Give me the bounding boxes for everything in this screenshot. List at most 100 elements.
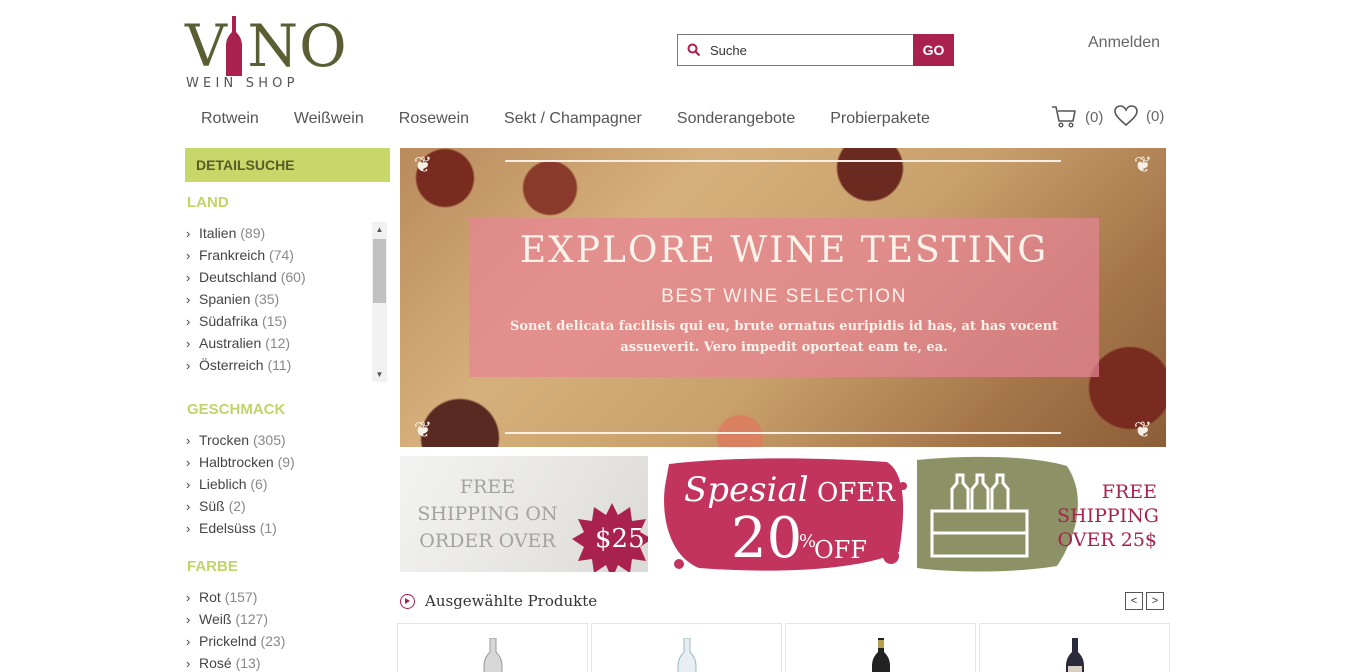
chevron-right-icon: ›	[186, 292, 191, 307]
heart-icon	[1114, 105, 1138, 127]
facet-title-farbe: FARBE	[187, 558, 238, 575]
search-bar: GO	[677, 34, 954, 66]
land-item-count: (35)	[254, 291, 280, 307]
geschmack-item-count: (6)	[250, 476, 268, 492]
featured-header: Ausgewählte Produkte	[400, 592, 597, 610]
carousel-next-button[interactable]: >	[1146, 592, 1164, 610]
search-go-button[interactable]: GO	[913, 34, 954, 66]
logo-subtitle: WEIN SHOP	[186, 76, 299, 91]
nav-item-sonderangebote[interactable]: Sonderangebote	[677, 110, 795, 128]
chevron-right-icon: ›	[186, 521, 191, 536]
ornament-icon: ❦	[1133, 152, 1153, 177]
land-item-count: (60)	[280, 269, 306, 285]
land-item-count: (12)	[265, 335, 291, 351]
farbe-list: › Rot (157) › Weiß (127) › Prickelnd (23) › Ros…	[186, 586, 285, 672]
promo-line-shipping: SHIPPING	[1057, 505, 1159, 527]
land-item-label: Österreich	[199, 357, 264, 373]
logo[interactable]: V NO WEIN SHOP	[185, 14, 347, 94]
search-icon	[687, 43, 701, 57]
wishlist-button[interactable]: (0)	[1114, 105, 1164, 127]
geschmack-item[interactable]: › Süß (2)	[186, 495, 295, 517]
geschmack-item[interactable]: › Trocken (305)	[186, 429, 295, 451]
geschmack-list: › Trocken (305) › Halbtrocken (9) › Lieblich …	[186, 429, 295, 539]
geschmack-item-label: Lieblich	[199, 476, 247, 492]
farbe-item[interactable]: › Prickelnd (23)	[186, 630, 285, 652]
cart-button[interactable]: (0)	[1051, 105, 1103, 129]
carousel-prev-button[interactable]: <	[1125, 592, 1143, 610]
promo-special-offer[interactable]: Spesial OFER 20 % OFF	[659, 456, 909, 572]
facet-title-land: LAND	[187, 194, 229, 211]
land-scrollbar[interactable]: ▲ ▼	[372, 222, 387, 382]
land-item[interactable]: › Italien (89)	[186, 222, 306, 244]
promo-price: $25	[595, 524, 645, 554]
geschmack-item[interactable]: › Edelsüss (1)	[186, 517, 295, 539]
hero-divider-bottom	[505, 432, 1061, 434]
scroll-up-arrow[interactable]: ▲	[372, 222, 387, 237]
land-item[interactable]: › Frankreich (74)	[186, 244, 306, 266]
ornament-icon: ❦	[413, 152, 433, 177]
product-card[interactable]	[591, 623, 782, 672]
nav-item-sekt[interactable]: Sekt / Champagner	[504, 110, 642, 128]
land-item-count: (15)	[262, 313, 287, 329]
geschmack-item-count: (2)	[228, 498, 246, 514]
farbe-item-label: Rot	[199, 589, 221, 605]
land-item-label: Australien	[199, 335, 262, 351]
land-item[interactable]: › Österreich (11)	[186, 354, 306, 376]
nav-item-rosewein[interactable]: Rosewein	[399, 110, 469, 128]
geschmack-item-count: (9)	[277, 454, 295, 470]
hero-overlay: EXPLORE WINE TESTING BEST WINE SELECTION…	[469, 218, 1099, 377]
geschmack-item-count: (1)	[259, 520, 277, 536]
product-card[interactable]	[979, 623, 1170, 672]
land-item-count: (11)	[267, 357, 292, 373]
detailsuche-heading: DETAILSUCHE	[185, 148, 390, 182]
promo-line-over: OVER 25$	[1057, 529, 1157, 551]
chevron-right-icon: ›	[186, 634, 191, 649]
nav-item-weisswein[interactable]: Weißwein	[294, 110, 364, 128]
land-list: › Italien (89) › Frankreich (74) › Deutschlan…	[186, 222, 306, 376]
hero-subtitle: BEST WINE SELECTION	[661, 286, 907, 307]
ornament-icon: ❦	[1133, 417, 1153, 442]
play-circle-icon	[400, 593, 415, 609]
hero-divider-top	[505, 160, 1061, 162]
land-item-label: Spanien	[199, 291, 251, 307]
geschmack-item-count: (305)	[252, 432, 286, 448]
farbe-item-count: (127)	[235, 611, 268, 627]
nav-item-rotwein[interactable]: Rotwein	[201, 110, 259, 128]
promo-free-shipping-order[interactable]: FREE SHIPPING ON ORDER OVER $25	[400, 456, 648, 572]
nav-item-probierpakete[interactable]: Probierpakete	[830, 110, 930, 128]
land-item-count: (89)	[240, 225, 266, 241]
farbe-item[interactable]: › Rot (157)	[186, 586, 285, 608]
cart-icon	[1052, 106, 1076, 128]
land-item[interactable]: › Spanien (35)	[186, 288, 306, 310]
chevron-right-icon: ›	[186, 656, 191, 671]
geschmack-item[interactable]: › Lieblich (6)	[186, 473, 295, 495]
land-item-label: Frankreich	[199, 247, 266, 263]
land-item[interactable]: › Australien (12)	[186, 332, 306, 354]
chevron-right-icon: ›	[186, 336, 191, 351]
bottle-image	[677, 638, 696, 672]
promo-shipping-text: FREE SHIPPING ON ORDER OVER	[417, 476, 558, 552]
hero-banner[interactable]: ❦ ❦ ❦ ❦ EXPLORE WINE TESTING BEST WINE S…	[400, 148, 1166, 447]
promo-free-shipping-text: FREE SHIPPING OVER 25$	[1057, 480, 1159, 552]
promo-free-shipping[interactable]: FREE SHIPPING OVER 25$	[917, 456, 1166, 572]
scroll-thumb[interactable]	[373, 239, 386, 303]
farbe-item-count: (157)	[224, 589, 258, 605]
chevron-right-icon: ›	[186, 314, 191, 329]
chevron-right-icon: ›	[186, 499, 191, 514]
product-card[interactable]	[397, 623, 588, 672]
chevron-right-icon: ›	[186, 248, 191, 263]
chevron-right-icon: ›	[186, 270, 191, 285]
farbe-item[interactable]: › Weiß (127)	[186, 608, 285, 630]
farbe-item[interactable]: › Rosé (13)	[186, 652, 285, 672]
land-item-label: Deutschland	[199, 269, 277, 285]
promo-off-text: OFF	[814, 536, 867, 564]
product-card[interactable]	[785, 623, 976, 672]
search-input[interactable]	[710, 39, 910, 61]
land-item[interactable]: › Südafrika (15)	[186, 310, 306, 332]
promo-line-free: FREE	[1101, 481, 1157, 503]
geschmack-item-label: Edelsüss	[199, 520, 256, 536]
land-item[interactable]: › Deutschland (60)	[186, 266, 306, 288]
login-link[interactable]: Anmelden	[1088, 34, 1160, 52]
geschmack-item[interactable]: › Halbtrocken (9)	[186, 451, 295, 473]
scroll-down-arrow[interactable]: ▼	[372, 367, 387, 382]
